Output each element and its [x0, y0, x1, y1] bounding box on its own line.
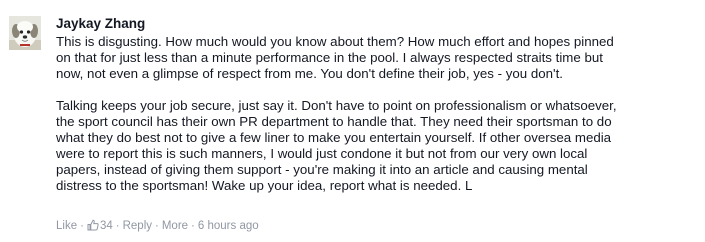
comment-actions: Like · 34 · Reply · More · 6 hours ago [56, 219, 259, 233]
like-count-value: 34 [99, 220, 113, 232]
like-link[interactable]: Like [56, 220, 77, 232]
comment-body: Jaykay Zhang This is disgusting. How muc… [56, 16, 696, 194]
comment: Jaykay Zhang This is disgusting. How muc… [0, 0, 705, 242]
separator: · [191, 220, 195, 232]
comment-paragraph: Talking keeps your job secure, just say … [56, 98, 617, 193]
separator: · [80, 220, 84, 232]
like-count[interactable]: 34 [87, 219, 113, 232]
timestamp[interactable]: 6 hours ago [198, 220, 259, 232]
dog-avatar-icon [9, 16, 41, 50]
thumbs-up-icon [87, 219, 99, 231]
separator: · [115, 220, 120, 232]
avatar[interactable] [9, 16, 41, 50]
separator: · [155, 220, 159, 232]
comment-text: This is disgusting. How much would you k… [56, 34, 696, 194]
comment-paragraph: This is disgusting. How much would you k… [56, 34, 614, 81]
more-link[interactable]: More [162, 220, 188, 232]
reply-link[interactable]: Reply [123, 220, 152, 232]
author-name[interactable]: Jaykay Zhang [56, 16, 696, 32]
